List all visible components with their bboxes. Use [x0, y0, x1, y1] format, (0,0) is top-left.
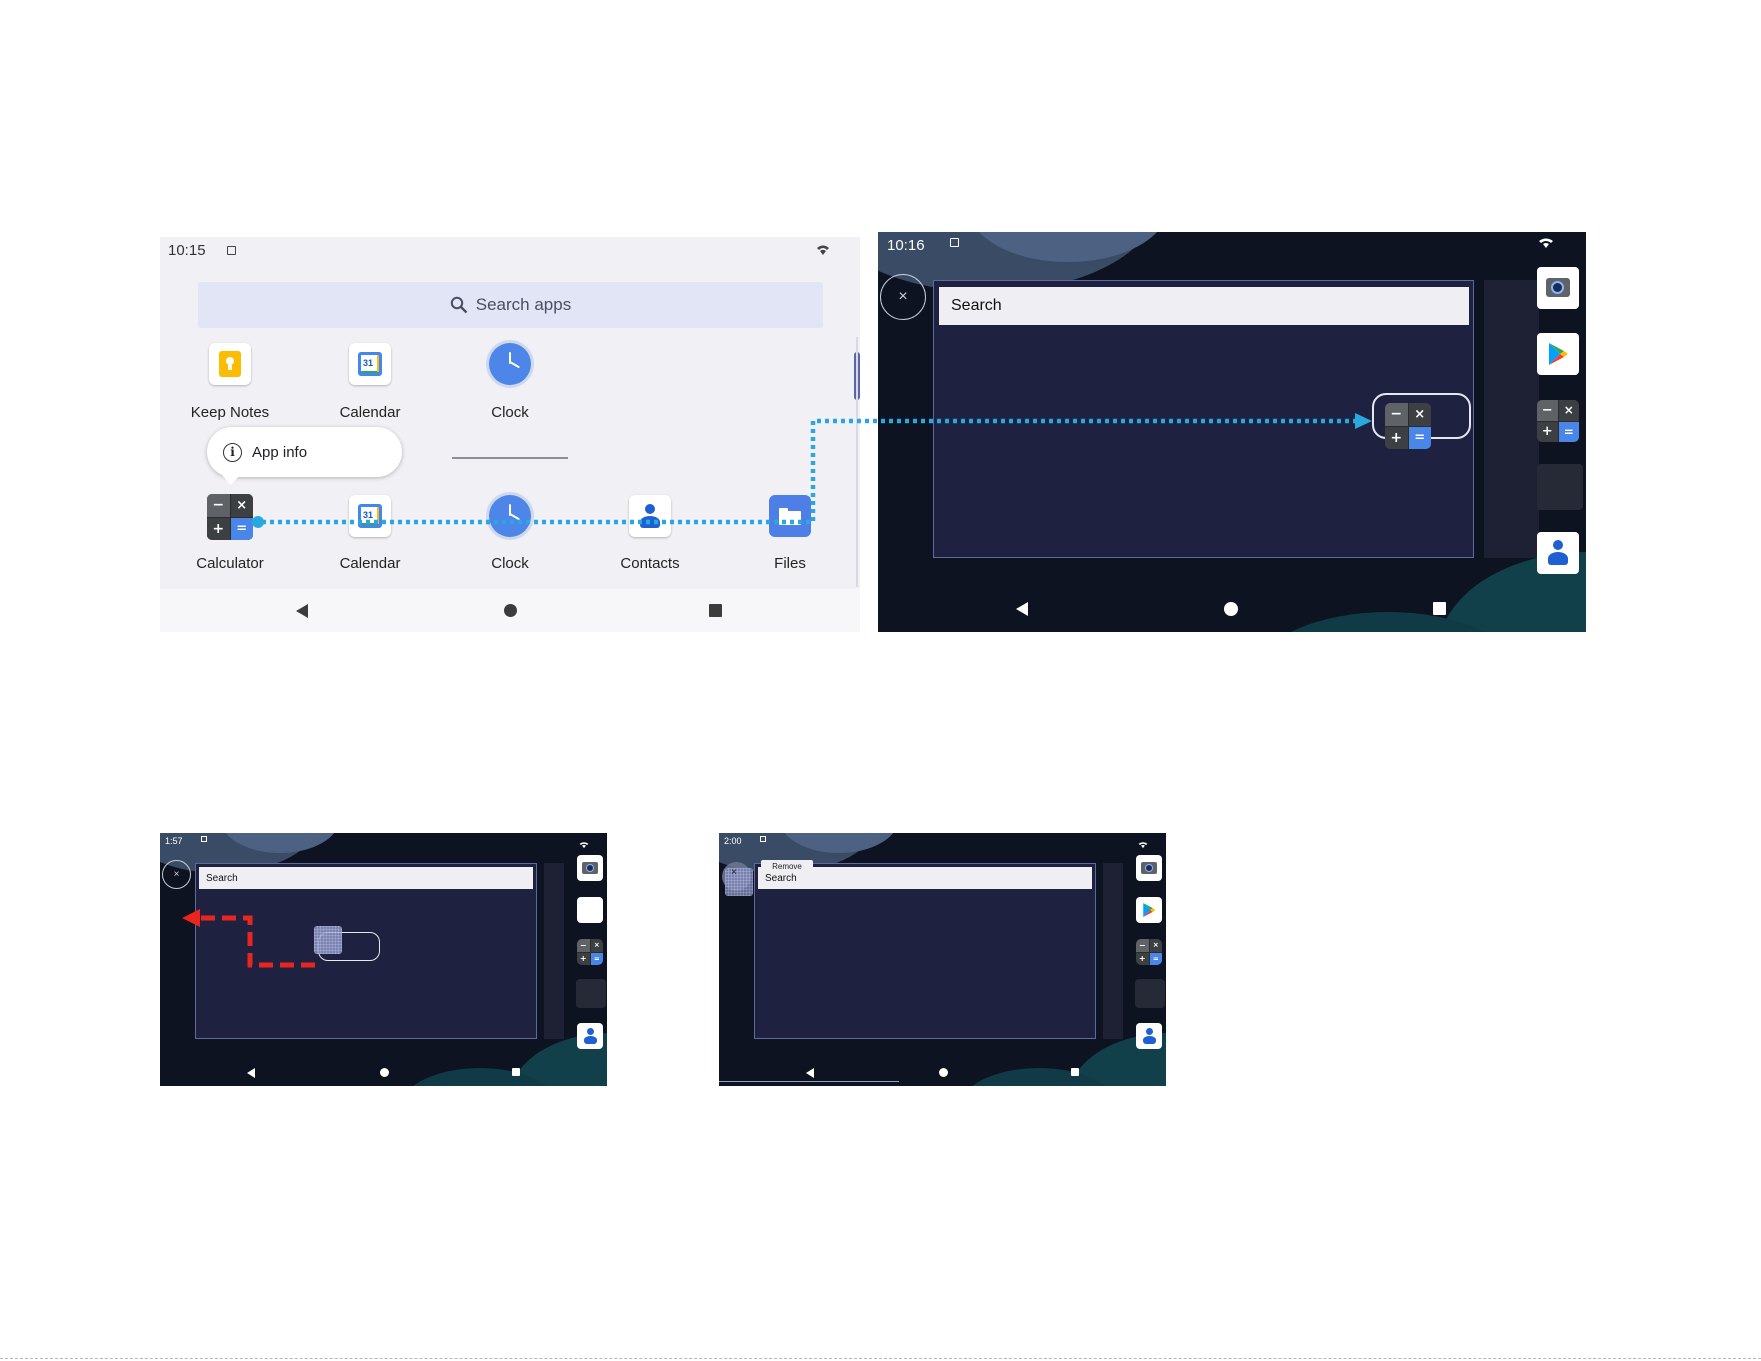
empty-app-slot[interactable] — [1135, 979, 1165, 1008]
drag-path-line — [262, 418, 1360, 525]
task-window[interactable]: Search — [754, 863, 1096, 1039]
contacts-icon[interactable] — [1136, 1023, 1162, 1049]
overview-screenshot-remove: 2:00 × Search Remove − × + = — [719, 833, 1166, 1086]
dragged-app-ghost[interactable] — [725, 868, 753, 896]
overview-screenshot-drag: 1:57 × Search − × + = — [160, 833, 607, 1086]
page-bottom-rule — [0, 1358, 1761, 1359]
play-store-icon[interactable] — [1136, 897, 1162, 923]
camera-icon[interactable] — [1136, 855, 1162, 881]
home-icon[interactable] — [939, 1068, 948, 1077]
gesture-line — [719, 1081, 899, 1082]
back-icon[interactable] — [806, 1068, 814, 1078]
remove-tooltip: Remove — [761, 860, 813, 873]
drag-left-path — [182, 909, 315, 968]
drag-path-overlay — [252, 413, 1372, 528]
recents-icon[interactable] — [1071, 1068, 1079, 1076]
task-search-label: Search — [765, 872, 797, 884]
notification-icon — [760, 836, 766, 842]
remove-label: Remove — [772, 862, 802, 871]
calculator-icon[interactable]: − × + = — [1136, 939, 1162, 965]
drag-path-arrowhead — [1355, 413, 1372, 429]
wifi-icon — [1138, 836, 1148, 849]
adjacent-task-window[interactable] — [1103, 863, 1123, 1039]
status-time: 2:00 — [724, 836, 742, 846]
close-icon: × — [731, 867, 737, 878]
